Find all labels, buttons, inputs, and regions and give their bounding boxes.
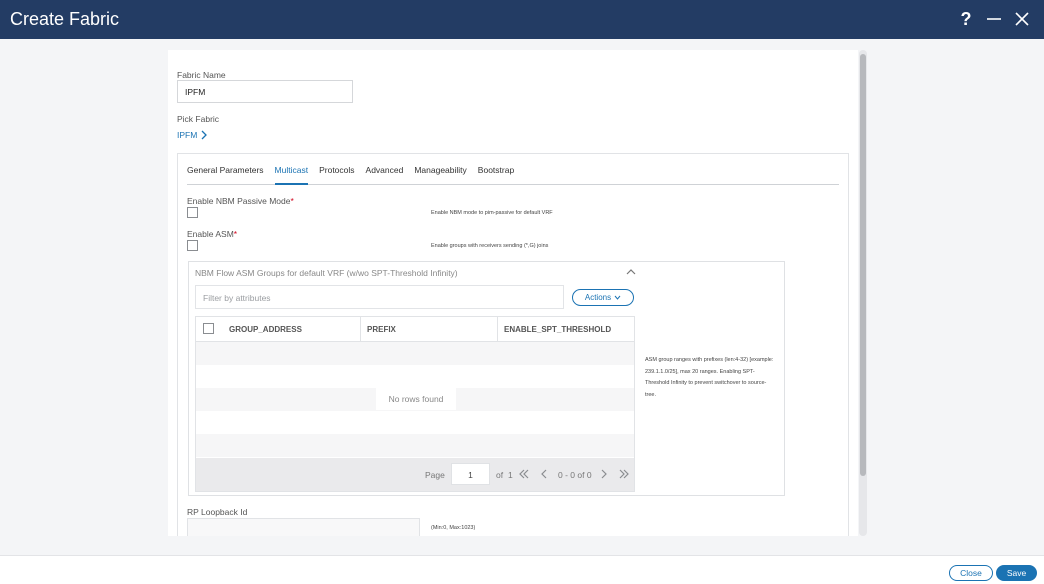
- previous-page-icon[interactable]: [538, 468, 550, 480]
- settings-container: General Parameters Multicast Protocols A…: [177, 153, 849, 536]
- total-pages: 1: [508, 470, 513, 480]
- asm-groups-table: GROUP_ADDRESS PREFIX ENABLE_SPT_THRESHOL…: [195, 316, 635, 492]
- fabric-name-input[interactable]: IPFM: [177, 80, 353, 103]
- rp-loopback-label: RP Loopback Id: [187, 507, 248, 517]
- select-all-checkbox[interactable]: [203, 323, 214, 334]
- asm-label: Enable ASM*: [187, 229, 238, 239]
- window-title: Create Fabric: [10, 9, 120, 29]
- pick-fabric-label: Pick Fabric: [177, 114, 220, 124]
- asm-groups-section: NBM Flow ASM Groups for default VRF (w/w…: [188, 261, 785, 496]
- tab-general-parameters[interactable]: General Parameters: [187, 163, 264, 185]
- actions-label: Actions: [584, 293, 612, 302]
- column-header-enable-spt-threshold[interactable]: ENABLE_SPT_THRESHOLD: [504, 325, 611, 334]
- save-button[interactable]: Save: [996, 565, 1037, 581]
- asm-checkbox[interactable]: [187, 240, 198, 251]
- tab-bar: General Parameters Multicast Protocols A…: [187, 163, 839, 185]
- tab-multicast[interactable]: Multicast: [274, 163, 309, 185]
- close-icon[interactable]: [1010, 7, 1034, 31]
- rp-loopback-input[interactable]: [187, 518, 420, 536]
- rp-loopback-hint: (Min:0, Max:1023): [431, 525, 476, 531]
- form-panel: Fabric Name IPFM Pick Fabric IPFM Genera…: [168, 50, 858, 536]
- chevron-down-icon: [614, 295, 621, 300]
- last-page-icon[interactable]: [618, 468, 630, 480]
- tab-manageability[interactable]: Manageability: [414, 163, 466, 185]
- empty-state-text: No rows found: [376, 386, 456, 410]
- nbm-passive-hint: Enable NBM mode to pim-passive for defau…: [431, 210, 553, 216]
- nbm-passive-label: Enable NBM Passive Mode*: [187, 196, 294, 206]
- table-header: GROUP_ADDRESS PREFIX ENABLE_SPT_THRESHOL…: [196, 317, 634, 342]
- next-page-icon[interactable]: [598, 468, 610, 480]
- chevron-right-icon: [201, 130, 208, 140]
- of-label: of: [496, 470, 504, 480]
- tab-protocols[interactable]: Protocols: [319, 163, 354, 185]
- filter-input[interactable]: Filter by attributes: [195, 285, 564, 309]
- table-row: [196, 434, 634, 457]
- column-header-group-address[interactable]: GROUP_ADDRESS: [229, 325, 302, 334]
- column-header-prefix[interactable]: PREFIX: [367, 325, 396, 334]
- close-button[interactable]: Close: [949, 565, 993, 581]
- column-divider: [360, 317, 361, 342]
- nbm-passive-checkbox[interactable]: [187, 207, 198, 218]
- help-icon[interactable]: ?: [954, 7, 978, 31]
- minimize-icon[interactable]: [982, 7, 1006, 31]
- title-bar: Create Fabric ?: [0, 0, 1044, 39]
- vertical-scrollbar[interactable]: [859, 50, 867, 536]
- chevron-up-icon[interactable]: [626, 267, 636, 277]
- asm-hint: Enable groups with receivers sending (*,…: [431, 243, 549, 249]
- column-divider: [497, 317, 498, 342]
- scrollbar-thumb[interactable]: [860, 54, 866, 476]
- pick-fabric-link[interactable]: IPFM: [177, 130, 208, 140]
- tab-advanced[interactable]: Advanced: [366, 163, 404, 185]
- asm-groups-title: NBM Flow ASM Groups for default VRF (w/w…: [195, 268, 458, 278]
- asm-groups-hint: ASM group ranges with prefixes (len:4-32…: [645, 357, 774, 398]
- table-row: [196, 411, 634, 434]
- page-label: Page: [425, 470, 445, 480]
- table-row: [196, 342, 634, 365]
- page-number-input[interactable]: 1: [451, 463, 490, 485]
- pagination-bar: Page 1 of 1 0 - 0 of 0: [196, 458, 634, 491]
- table-row: [196, 365, 634, 388]
- actions-button[interactable]: Actions: [572, 289, 634, 306]
- footer-bar: Close Save: [0, 555, 1044, 584]
- pick-fabric-value: IPFM: [177, 130, 198, 140]
- fabric-name-label: Fabric Name: [177, 70, 226, 80]
- range-text: 0 - 0 of 0: [558, 470, 592, 480]
- tab-bootstrap[interactable]: Bootstrap: [478, 163, 514, 185]
- first-page-icon[interactable]: [518, 468, 530, 480]
